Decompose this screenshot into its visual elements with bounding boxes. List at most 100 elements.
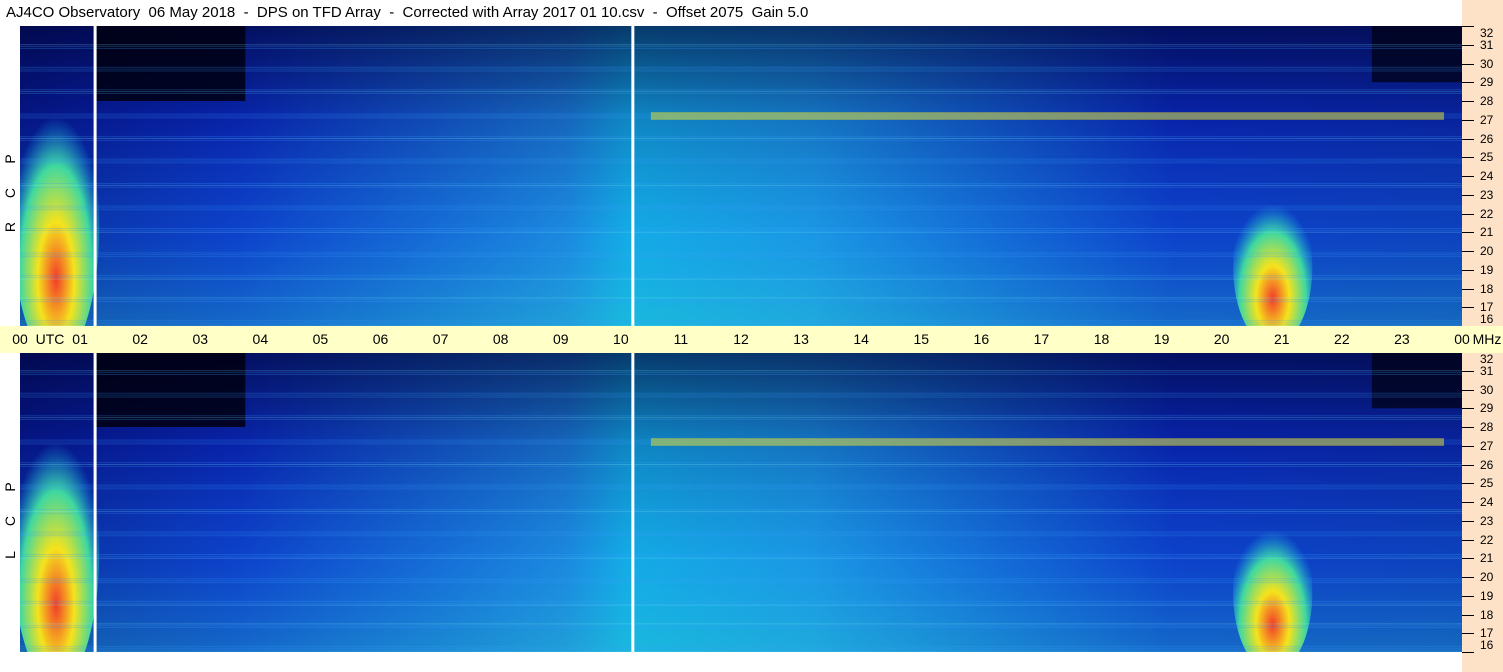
freq-tick-label: 21: [1480, 225, 1494, 240]
freq-tick-label: 16: [1480, 638, 1494, 652]
rcp-label: P C R: [2, 142, 18, 244]
freq-tick-label: 22: [1480, 532, 1494, 547]
freq-tick: [1462, 520, 1474, 522]
freq-tick: [1462, 176, 1474, 177]
utc-tick-label: 06: [372, 331, 389, 347]
freq-tick-label: 23: [1480, 513, 1494, 528]
freq-tick: [1462, 138, 1474, 140]
freq-tick: [1462, 577, 1474, 578]
freq-tick: [1462, 614, 1474, 616]
freq-tick-label: 22: [1480, 206, 1494, 221]
freq-tick: [1462, 652, 1474, 653]
freq-tick: [1462, 288, 1474, 290]
freq-tick: [1462, 370, 1474, 372]
utc-tick-label: 09: [552, 331, 569, 347]
rcp-spectrogram: [20, 26, 1462, 326]
data-gap: [631, 26, 635, 326]
freq-tick: [1462, 307, 1474, 309]
lcp-spectrogram: [20, 352, 1462, 652]
lcp-label: P C L: [2, 470, 18, 572]
freq-tick: [1462, 633, 1474, 635]
dark-region: [1371, 26, 1462, 83]
freq-tick-label: 25: [1480, 476, 1494, 491]
utc-tick-label: 17: [1033, 331, 1050, 347]
freq-tick-label: 29: [1480, 75, 1494, 90]
freq-tick: [1462, 213, 1474, 215]
utc-tick-label: 16: [973, 331, 990, 347]
freq-tick-label: 26: [1480, 457, 1494, 472]
utc-tick-label: 02: [132, 331, 148, 347]
freq-tick-label: 30: [1480, 382, 1494, 397]
title-bar: AJ4CO Observatory 06 May 2018 - DPS on T…: [0, 0, 1503, 26]
freq-tick: [1462, 445, 1474, 447]
freq-tick-label: 16: [1480, 312, 1494, 326]
utc-tick-label: 20: [1213, 331, 1230, 347]
freq-tick-label: 18: [1480, 281, 1494, 296]
freq-tick: [1462, 63, 1474, 65]
utc-time-axis: 00 01 02 03 04 05 06 07 08 09 10 11 12 13 14 15 16 17 18 19…: [0, 326, 1503, 353]
freq-tick: [1462, 539, 1474, 541]
freq-tick-label: 29: [1480, 401, 1494, 416]
freq-tick-label: 30: [1480, 56, 1494, 71]
utc-tick-label: 04: [252, 331, 269, 347]
freq-tick: [1462, 389, 1474, 391]
freq-tick: [1462, 558, 1474, 560]
freq-tick-label: 24: [1480, 169, 1494, 183]
freq-tick: [1462, 251, 1474, 252]
freq-tick: [1462, 194, 1474, 196]
freq-tick-label: 23: [1480, 187, 1494, 202]
rcp-spectrogram-svg: [20, 26, 1462, 326]
utc-tick-label: 22: [1334, 331, 1350, 347]
freq-tick: [1462, 269, 1474, 271]
utc-tick-label: 00: [12, 331, 28, 347]
freq-tick-label: 27: [1480, 112, 1494, 127]
rcp-frequency-axis: 32 31 30 29 28 27 26 25 24 23 22 21 20 19 18 17 16: [1462, 26, 1503, 327]
utc-tick-label: 21: [1273, 331, 1290, 347]
freq-tick-label: 20: [1480, 244, 1494, 258]
freq-tick-label: 31: [1480, 37, 1494, 52]
freq-tick: [1462, 483, 1474, 485]
freq-tick-label: 21: [1480, 551, 1494, 566]
freq-tick: [1462, 464, 1474, 466]
freq-tick-label: 18: [1480, 607, 1494, 622]
utc-tick-label: 14: [853, 331, 869, 347]
utc-tick-label: 00: [1454, 331, 1470, 347]
utc-tick-label: 19: [1153, 331, 1170, 347]
freq-tick-label: 19: [1480, 262, 1494, 277]
freq-tick-label: 28: [1480, 94, 1494, 108]
utc-tick-label: 18: [1093, 331, 1110, 347]
freq-tick-label: 27: [1480, 438, 1494, 453]
freq-tick-label: 31: [1480, 363, 1494, 378]
freq-tick: [1462, 502, 1474, 503]
dark-region: [1371, 352, 1462, 409]
freq-tick: [1462, 26, 1474, 27]
data-gap: [631, 352, 635, 652]
freq-tick-label: 19: [1480, 588, 1494, 603]
freq-tick: [1462, 408, 1474, 410]
freq-tick: [1462, 157, 1474, 159]
freq-tick-label: 25: [1480, 150, 1494, 165]
freq-tick-label: 20: [1480, 570, 1494, 584]
chart-title: AJ4CO Observatory 06 May 2018 - DPS on T…: [6, 4, 809, 21]
freq-tick: [1462, 595, 1474, 597]
utc-tick-label: 11: [673, 331, 689, 347]
lcp-spectrogram-svg: [20, 352, 1462, 652]
utc-tick-label: 07: [432, 331, 449, 347]
utc-tick-label: 05: [312, 331, 329, 347]
utc-axis-label: UTC: [35, 331, 65, 347]
data-gap: [93, 26, 97, 326]
utc-tick-label: 15: [913, 331, 930, 347]
utc-tick-label: 13: [793, 331, 809, 347]
freq-tick-label: 24: [1480, 495, 1494, 509]
freq-tick-label: 26: [1480, 131, 1494, 146]
data-gap: [93, 352, 97, 652]
utc-tick-label: 12: [733, 331, 749, 347]
freq-tick: [1462, 101, 1474, 102]
freq-tick-label: 28: [1480, 420, 1494, 434]
freq-tick: [1462, 232, 1474, 234]
freq-tick: [1462, 82, 1474, 84]
utc-tick-label: 08: [492, 331, 509, 347]
utc-tick-label: 01: [72, 331, 88, 347]
freq-tick: [1462, 119, 1474, 121]
utc-tick-label: 10: [613, 331, 629, 347]
